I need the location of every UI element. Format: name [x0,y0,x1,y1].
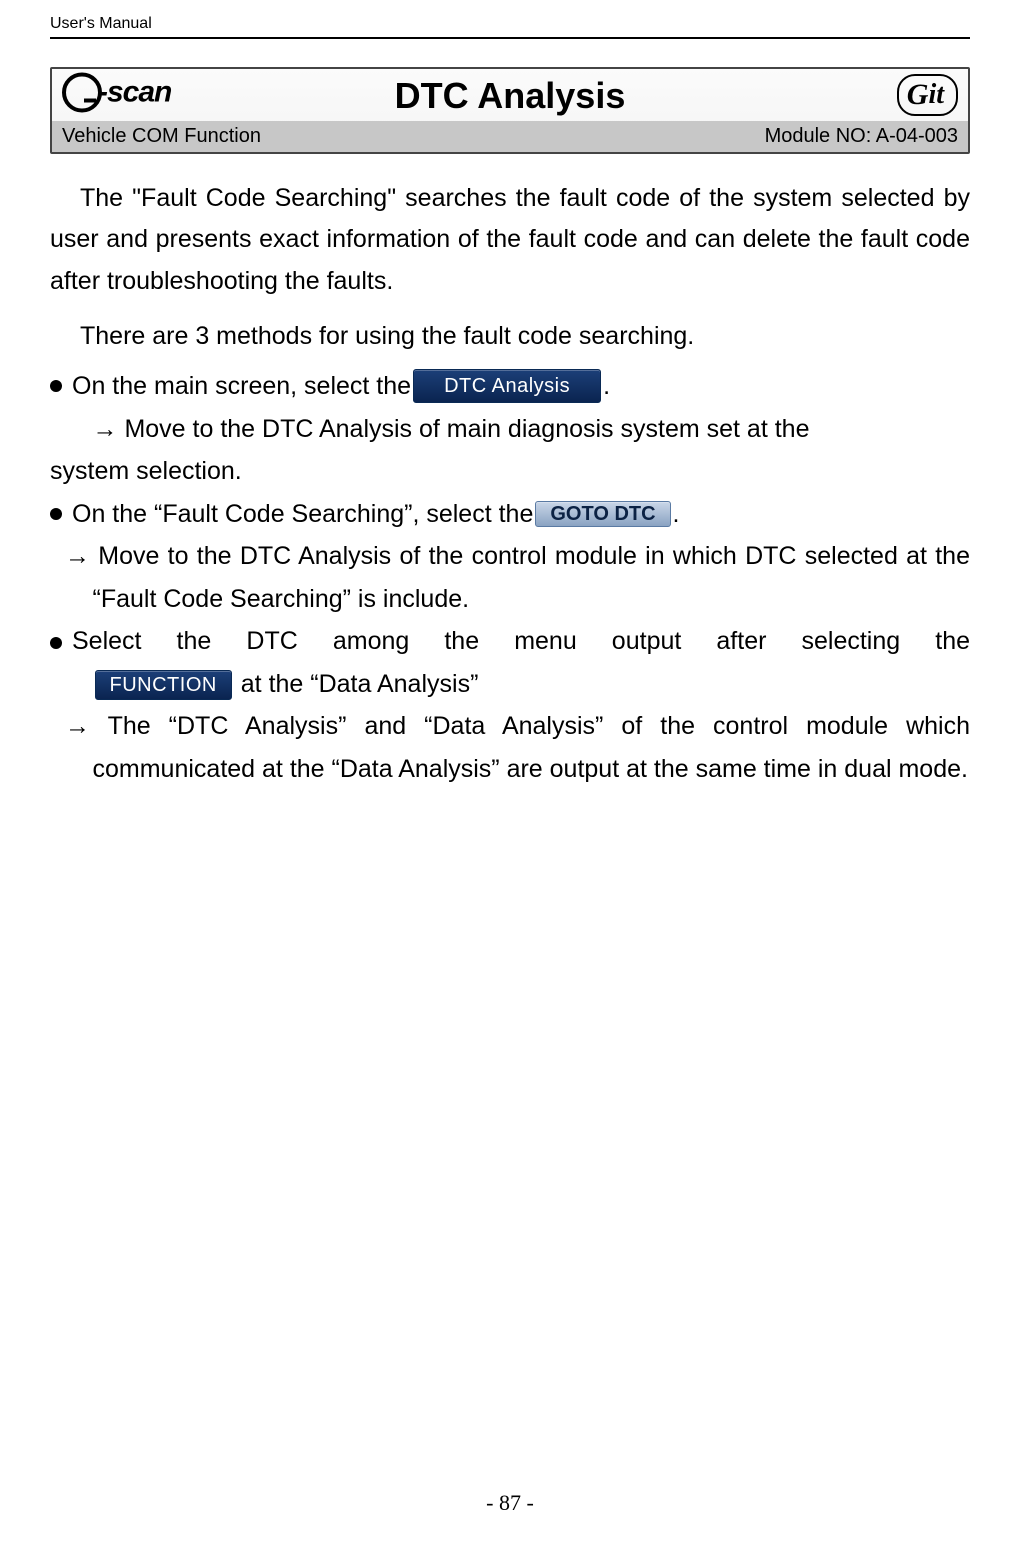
page-number: - 87 - [486,1490,534,1515]
bullet-2-pre: On the “Fault Code Searching”, select th… [72,493,533,536]
body-text: The "Fault Code Searching" searches the … [50,178,970,790]
bullet-icon [50,637,62,649]
page: User's Manual -scan DTC Analysis Git Veh… [0,0,1020,1546]
bullet-1-arrow: → Move to the DTC Analysis of main diagn… [50,408,970,451]
bullet-3: Select the DTC among the menu output aft… [50,620,970,663]
gscan-g-icon [62,73,102,113]
bullet-1: On the main screen, select the DTC Analy… [50,365,970,408]
section-subbar: Vehicle COM Function Module NO: A-04-003 [52,121,968,152]
dtc-analysis-button[interactable]: DTC Analysis [413,369,601,403]
bullet-1-arrow-cont: system selection. [50,450,970,493]
bullet-icon [50,508,62,520]
git-g-text: G [907,78,929,112]
section-right-label: Module NO: A-04-003 [765,125,958,148]
gscan-text: -scan [98,76,171,110]
bullet-3-line2: FUNCTION at the “Data Analysis” [50,663,970,706]
function-button[interactable]: FUNCTION [95,670,232,700]
gscan-logo: -scan [62,73,171,118]
page-footer: - 87 - [0,1490,1020,1516]
bullet-2-arrow: → Move to the DTC Analysis of the contro… [50,535,970,620]
bullet-1-post: . [603,365,610,408]
section-top: -scan DTC Analysis Git [52,69,968,121]
paragraph-intro: The "Fault Code Searching" searches the … [50,178,970,302]
bullet-2: On the “Fault Code Searching”, select th… [50,493,970,536]
git-logo: Git [897,74,958,116]
section-title: DTC Analysis [395,75,626,117]
goto-dtc-button[interactable]: GOTO DTC [535,501,670,527]
bullet-2-post: . [673,493,680,536]
git-it-text: it [928,79,944,111]
section-left-label: Vehicle COM Function [62,125,261,148]
manual-title: User's Manual [50,15,152,33]
paragraph-methods: There are 3 methods for using the fault … [50,316,970,357]
bullet-3-post: at the “Data Analysis” [241,670,479,698]
page-header: User's Manual [50,15,970,39]
bullet-icon [50,380,62,392]
bullet-3-pre: Select the DTC among the menu output aft… [72,620,970,663]
section-bar: -scan DTC Analysis Git Vehicle COM Funct… [50,67,970,154]
bullet-3-arrow: → The “DTC Analysis” and “Data Analysis”… [50,705,970,790]
bullet-1-pre: On the main screen, select the [72,365,411,408]
